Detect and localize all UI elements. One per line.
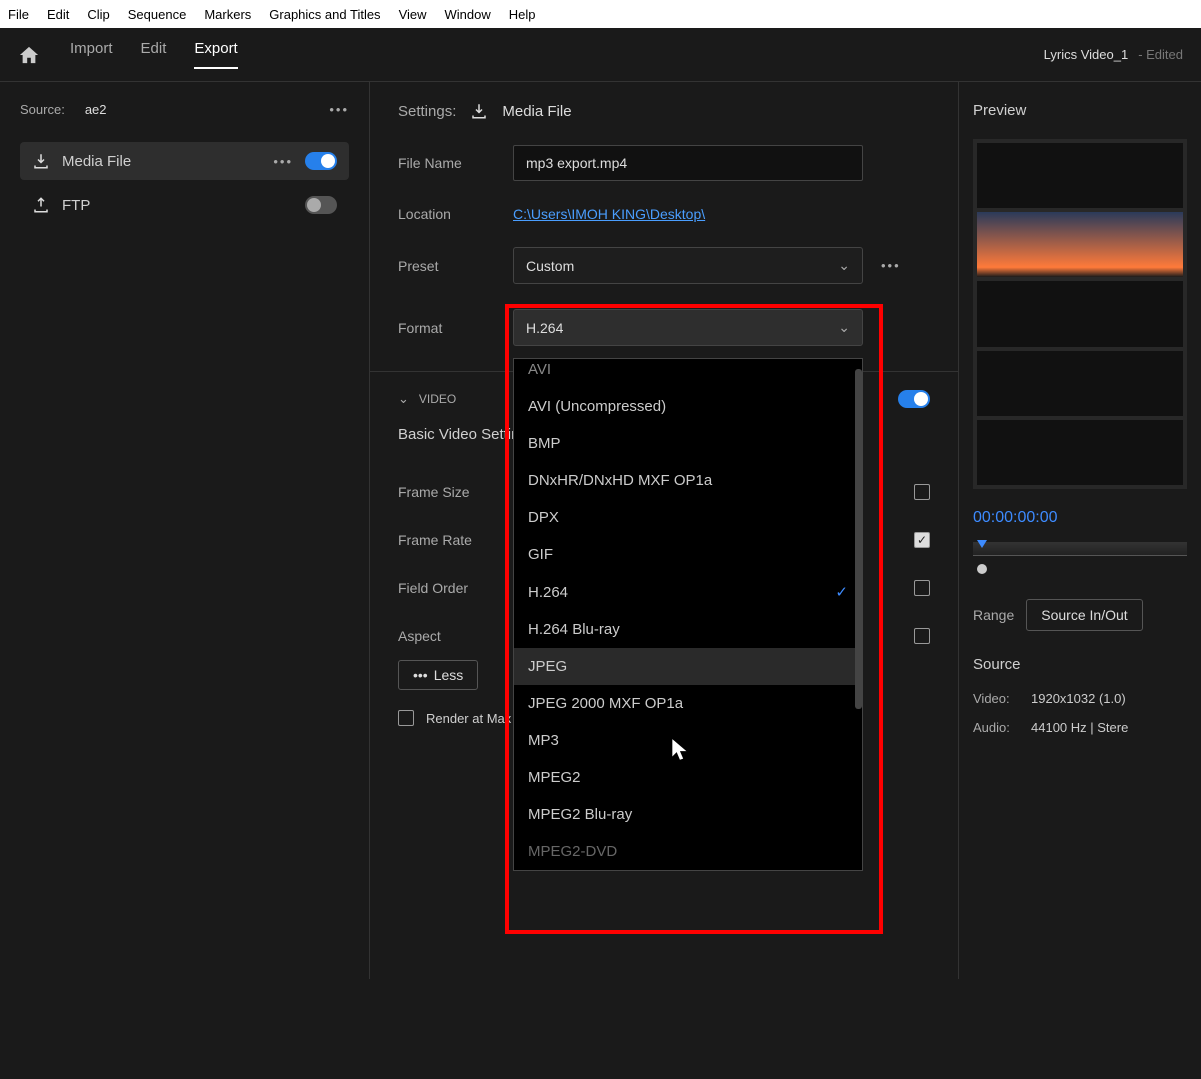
app-header: Import Edit Export Lyrics Video_1 - Edit… [0,28,1201,82]
menu-view[interactable]: View [399,7,427,22]
format-option-jpeg[interactable]: JPEG [514,648,862,685]
checkmark-icon: ✓ [835,583,848,601]
menu-graphics[interactable]: Graphics and Titles [269,7,380,22]
format-option-avi-uncompressed[interactable]: AVI (Uncompressed) [514,388,862,425]
export-icon [32,152,50,170]
chevron-down-icon[interactable]: ⌄ [398,391,409,407]
format-option-mpeg2-dvd[interactable]: MPEG2-DVD [514,833,862,870]
destination-more-icon[interactable]: ••• [273,154,293,169]
source-value: ae2 [85,102,330,117]
aspect-label: Aspect [398,628,518,644]
preset-more-icon[interactable]: ••• [881,258,901,273]
tab-import[interactable]: Import [70,40,113,69]
video-info-label: Video: [973,691,1017,706]
filename-input[interactable] [513,145,863,181]
menu-edit[interactable]: Edit [47,7,69,22]
chevron-down-icon: ⌄ [838,257,850,274]
render-max-label: Render at Max [426,711,511,726]
aspect-checkbox[interactable] [914,628,930,644]
destination-label: Media File [62,153,273,170]
field-order-checkbox[interactable] [914,580,930,596]
settings-label: Settings: [398,103,456,120]
menu-help[interactable]: Help [509,7,536,22]
chevron-down-icon: ⌄ [838,319,850,336]
timeline-ruler[interactable] [973,542,1187,556]
render-max-checkbox[interactable] [398,710,414,726]
preview-panel: Preview 00:00:00:00 Range Source In/Out … [959,82,1201,979]
tab-edit[interactable]: Edit [141,40,167,69]
preview-title: Preview [973,102,1187,119]
source-label: Source: [20,102,65,117]
format-option-mpeg2-bluray[interactable]: MPEG2 Blu-ray [514,796,862,833]
location-link[interactable]: C:\Users\IMOH KING\Desktop\ [513,206,705,222]
timecode: 00:00:00:00 [973,509,1187,527]
format-option-h264-bluray[interactable]: H.264 Blu-ray [514,611,862,648]
format-option-gif[interactable]: GIF [514,536,862,573]
destination-label: FTP [62,197,305,214]
range-select[interactable]: Source In/Out [1026,599,1142,631]
preset-select[interactable]: Custom ⌄ [513,247,863,284]
media-file-toggle[interactable] [305,152,337,170]
format-select[interactable]: H.264 ⌄ [513,309,863,346]
menu-window[interactable]: Window [445,7,491,22]
format-option-bmp[interactable]: BMP [514,425,862,462]
dropdown-scrollbar[interactable] [855,369,862,709]
tab-export[interactable]: Export [194,40,237,69]
frame-size-checkbox[interactable] [914,484,930,500]
format-option-mpeg2[interactable]: MPEG2 [514,759,862,796]
source-info-title: Source [973,656,1187,673]
format-option-h264[interactable]: H.264✓ [514,573,862,611]
settings-destination: Media File [502,103,571,120]
project-name: Lyrics Video_1 [1044,47,1129,62]
filename-label: File Name [398,155,513,171]
audio-info-value: 44100 Hz | Stere [1031,720,1128,735]
frame-rate-checkbox[interactable] [914,532,930,548]
export-icon [470,102,488,120]
preview-thumbnail [973,139,1187,489]
range-label: Range [973,607,1014,623]
format-label: Format [398,320,513,336]
audio-info-label: Audio: [973,720,1017,735]
format-option-dnxhr[interactable]: DNxHR/DNxHD MXF OP1a [514,462,862,499]
settings-panel: Settings: Media File File Name Location … [370,82,959,979]
home-icon[interactable] [18,45,40,65]
workspace-tabs: Import Edit Export [70,40,238,69]
destination-media-file[interactable]: Media File ••• [20,142,349,180]
frame-rate-label: Frame Rate [398,532,518,548]
source-more-icon[interactable]: ••• [329,102,349,117]
destination-ftp[interactable]: FTP [20,186,349,224]
preset-label: Preset [398,258,513,274]
video-toggle[interactable] [898,390,930,408]
menu-bar: File Edit Clip Sequence Markers Graphics… [0,0,1201,28]
format-dropdown: AVI AVI (Uncompressed) BMP DNxHR/DNxHD M… [513,358,863,871]
ellipsis-icon: ••• [413,667,428,683]
ftp-toggle[interactable] [305,196,337,214]
menu-sequence[interactable]: Sequence [128,7,187,22]
format-option-dpx[interactable]: DPX [514,499,862,536]
format-option-avi[interactable]: AVI [514,359,862,388]
frame-size-label: Frame Size [398,484,518,500]
menu-file[interactable]: File [8,7,29,22]
video-info-value: 1920x1032 (1.0) [1031,691,1126,706]
less-button[interactable]: ••• Less [398,660,478,690]
menu-clip[interactable]: Clip [87,7,109,22]
format-option-jpeg2000[interactable]: JPEG 2000 MXF OP1a [514,685,862,722]
upload-icon [32,196,50,214]
project-status: - Edited [1138,47,1183,62]
source-panel: Source: ae2 ••• Media File ••• FTP [0,82,370,979]
playhead-handle[interactable] [977,564,987,574]
menu-markers[interactable]: Markers [204,7,251,22]
mouse-cursor-icon [670,737,692,763]
location-label: Location [398,206,513,222]
project-info: Lyrics Video_1 - Edited [1044,47,1183,62]
field-order-label: Field Order [398,580,518,596]
